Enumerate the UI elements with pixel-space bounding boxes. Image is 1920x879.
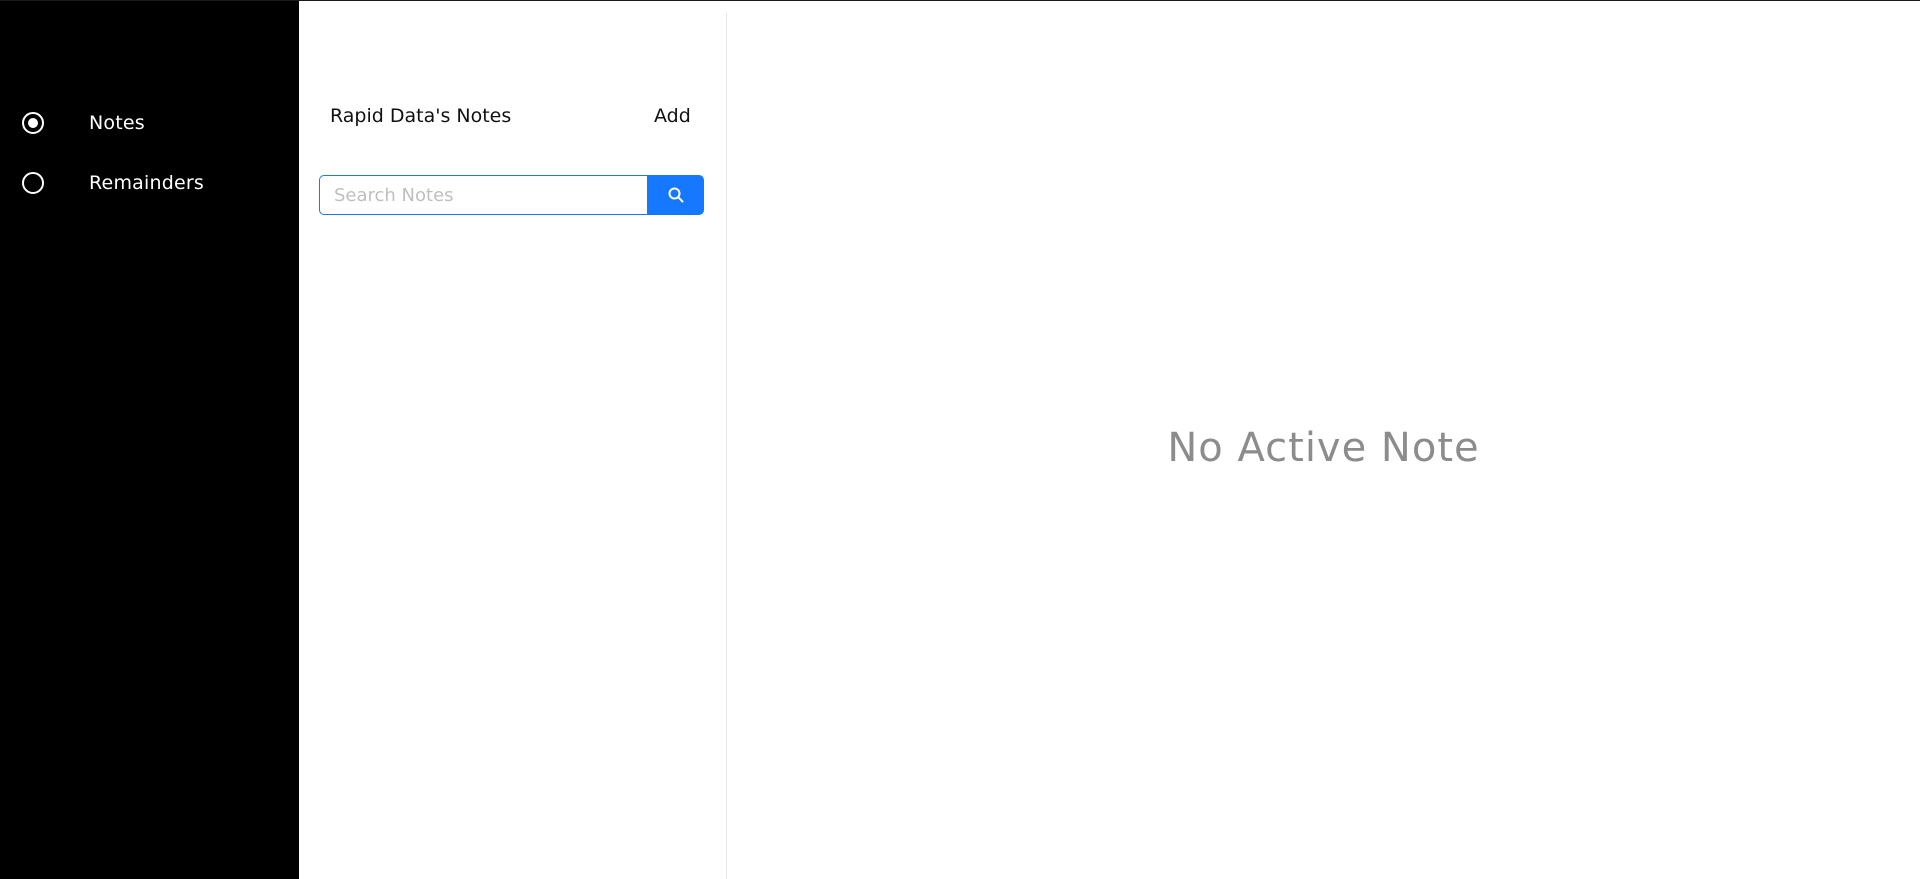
sidebar-item-label: Remainders: [89, 172, 204, 194]
sidebar-item-notes[interactable]: Notes: [22, 108, 145, 138]
sidebar-item-label: Notes: [89, 112, 145, 134]
search-button[interactable]: [647, 175, 704, 215]
notes-list-title: Rapid Data's Notes: [330, 105, 512, 127]
sidebar-item-remainders[interactable]: Remainders: [22, 168, 204, 198]
search-icon: [668, 187, 683, 203]
search-input[interactable]: [319, 175, 647, 215]
sidebar: Notes Remainders: [0, 1, 299, 879]
note-editor-area: No Active Note: [727, 1, 1920, 879]
radio-unchecked-icon[interactable]: [22, 172, 44, 194]
notes-list-panel: Rapid Data's Notes Add: [299, 1, 726, 879]
radio-checked-icon[interactable]: [22, 112, 44, 134]
empty-state-message: No Active Note: [1167, 425, 1480, 471]
add-note-button[interactable]: Add: [654, 105, 691, 127]
app-window: Notes Remainders Rapid Data's Notes Add …: [0, 0, 1920, 879]
search-bar: [319, 175, 704, 215]
